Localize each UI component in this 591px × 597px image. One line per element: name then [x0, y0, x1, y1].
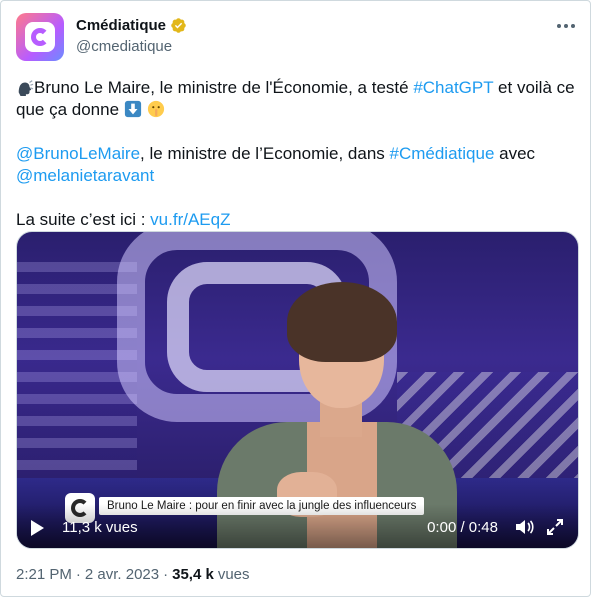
tweet-text-line-2-end: avec	[494, 144, 536, 163]
tweet-paragraph-1: Bruno Le Maire, le ministre de l'Économi…	[16, 77, 576, 121]
tweet-text: Bruno Le Maire, le ministre de l'Économi…	[16, 77, 576, 253]
video-controls: 11,3 k vues 0:00 / 0:48	[17, 504, 578, 548]
tweet-meta: 2:21 PM · 2 avr. 2023 · 35,4 k vues	[16, 566, 250, 583]
tweet-date[interactable]: 2 avr. 2023	[85, 566, 159, 583]
tweet-text-line-3: La suite c’est ici :	[16, 210, 151, 229]
author-name-row: Cmédiatique	[76, 17, 187, 34]
video-views: 11,3 k vues	[62, 519, 138, 536]
more-options-icon[interactable]	[557, 17, 575, 35]
tweet-paragraph-3: La suite c’est ici : vu.fr/AEqZ	[16, 209, 576, 231]
mention-melanietaravant[interactable]: @melanietaravant	[16, 166, 154, 185]
tweet-card: Cmédiatique @cmediatique Bruno Le Maire,…	[0, 0, 591, 597]
down-arrow-emoji	[124, 100, 141, 118]
verified-badge-icon	[171, 18, 186, 33]
tweet-time[interactable]: 2:21 PM	[16, 566, 72, 583]
play-icon[interactable]	[31, 520, 44, 536]
shushing-face-emoji	[147, 100, 164, 118]
tweet-paragraph-2: @BrunoLeMaire, le ministre de l’Economie…	[16, 143, 576, 187]
speaking-head-emoji	[18, 80, 34, 96]
mention-brunolemaire[interactable]: @BrunoLeMaire	[16, 144, 140, 163]
handle[interactable]: @cmediatique	[76, 38, 172, 55]
video-time: 0:00 / 0:48	[427, 519, 498, 536]
short-link[interactable]: vu.fr/AEqZ	[150, 210, 230, 229]
views-count: 35,4 k	[172, 566, 214, 583]
tweet-text-line-1: Bruno Le Maire, le ministre de l'Économi…	[34, 78, 414, 97]
avatar[interactable]	[16, 13, 64, 61]
cmediatique-logo	[25, 22, 55, 52]
hashtag-chatgpt[interactable]: #ChatGPT	[413, 78, 493, 97]
meta-separator: ·	[75, 566, 81, 583]
hashtag-cmediatique[interactable]: #Cmédiatique	[390, 144, 495, 163]
views-word: vues	[217, 566, 250, 583]
display-name[interactable]: Cmédiatique	[76, 17, 166, 34]
meta-separator: ·	[163, 566, 169, 583]
video-player[interactable]: Bruno Le Maire : pour en finir avec la j…	[16, 231, 579, 549]
volume-icon[interactable]	[514, 518, 534, 536]
tweet-text-line-2: , le ministre de l’Economie, dans	[140, 144, 390, 163]
fullscreen-icon[interactable]	[546, 518, 564, 536]
